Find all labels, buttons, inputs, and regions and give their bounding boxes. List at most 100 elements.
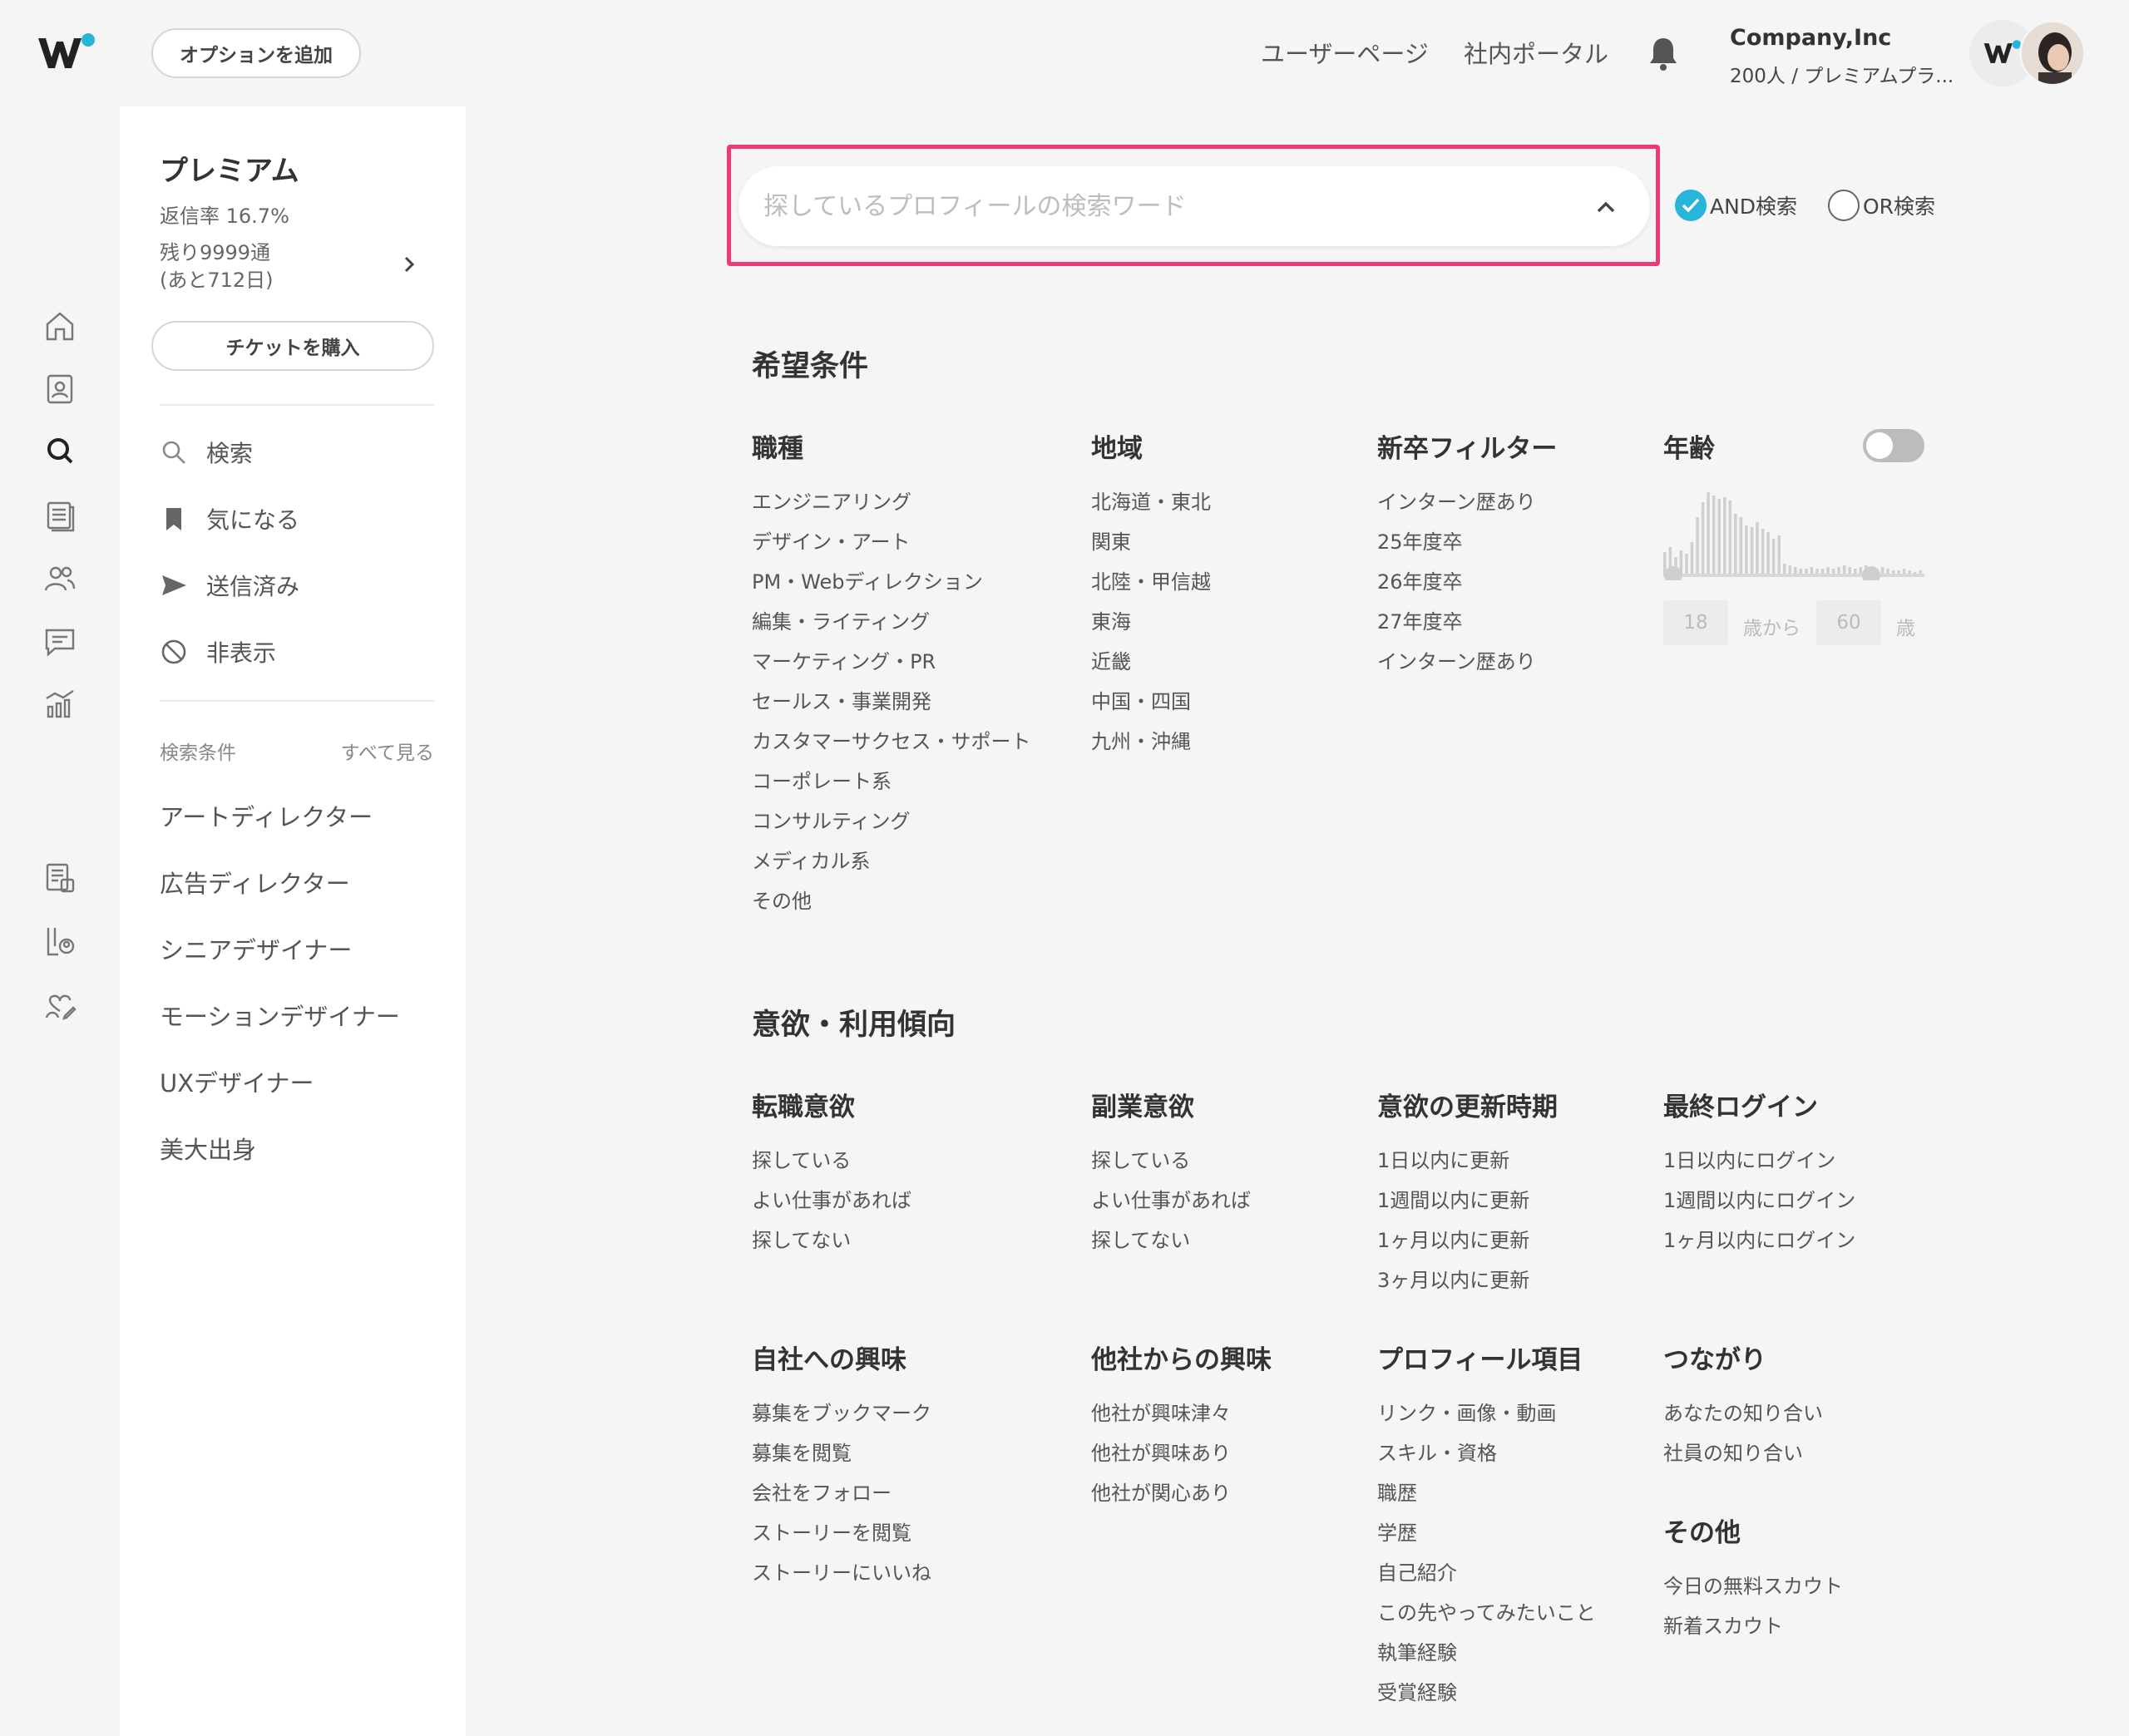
filter-option-region[interactable]: 北陸・甲信越 bbox=[1091, 565, 1211, 594]
user-avatar[interactable] bbox=[2019, 20, 2086, 86]
user-page-link[interactable]: ユーザーページ bbox=[1261, 35, 1429, 70]
filter-option-update-time[interactable]: 1ヶ月以内に更新 bbox=[1377, 1224, 1529, 1253]
analytics-icon[interactable] bbox=[43, 687, 77, 720]
filter-option-newgrad[interactable]: 26年度卒 bbox=[1377, 565, 1463, 594]
radio-unchecked[interactable] bbox=[1828, 190, 1860, 221]
filter-option-other-interest[interactable]: 他社が興味津々 bbox=[1091, 1397, 1231, 1426]
and-search-radio[interactable]: AND検索 bbox=[1675, 190, 1797, 221]
document-list-icon[interactable] bbox=[43, 499, 77, 532]
saved-condition[interactable]: モーションデザイナー bbox=[160, 998, 400, 1033]
filter-option-region[interactable]: 関東 bbox=[1091, 525, 1131, 555]
filter-option-occupation[interactable]: コンサルティング bbox=[752, 805, 911, 834]
filter-option-other[interactable]: 今日の無料スカウト bbox=[1663, 1570, 1843, 1599]
filter-option-last-login[interactable]: 1日以内にログイン bbox=[1663, 1144, 1835, 1173]
filter-option-last-login[interactable]: 1ヶ月以内にログイン bbox=[1663, 1224, 1855, 1253]
saved-condition[interactable]: シニアデザイナー bbox=[160, 931, 352, 966]
saved-condition[interactable]: UXデザイナー bbox=[160, 1064, 314, 1099]
age-max-input[interactable]: 60 bbox=[1816, 600, 1881, 645]
filter-option-own-interest[interactable]: 募集をブックマーク bbox=[752, 1397, 931, 1426]
filter-option-occupation[interactable]: セールス・事業開発 bbox=[752, 685, 931, 714]
filter-option-profile-items[interactable]: スキル・資格 bbox=[1377, 1437, 1497, 1466]
filter-option-profile-items[interactable]: 自己紹介 bbox=[1377, 1556, 1457, 1586]
and-search-label: AND検索 bbox=[1710, 195, 1798, 219]
chevron-up-icon[interactable] bbox=[1595, 196, 1617, 218]
add-option-button[interactable]: オプションを追加 bbox=[151, 28, 361, 78]
heart-edit-icon[interactable] bbox=[43, 988, 77, 1021]
filter-option-profile-items[interactable]: 職歴 bbox=[1377, 1477, 1417, 1506]
filter-option-job-change[interactable]: 探している bbox=[752, 1144, 851, 1173]
filter-option-update-time[interactable]: 1日以内に更新 bbox=[1377, 1144, 1509, 1173]
home-icon[interactable] bbox=[43, 309, 77, 343]
filter-option-job-change[interactable]: 探してない bbox=[752, 1224, 851, 1253]
filter-option-profile-items[interactable]: 受賞経験 bbox=[1377, 1676, 1457, 1705]
filter-option-own-interest[interactable]: 会社をフォロー bbox=[752, 1477, 892, 1506]
search-icon[interactable] bbox=[43, 434, 77, 467]
filter-option-profile-items[interactable]: この先やってみたいこと bbox=[1377, 1596, 1596, 1625]
saved-condition[interactable]: アートディレクター bbox=[160, 798, 373, 833]
filter-option-other-interest[interactable]: 他社が関心あり bbox=[1091, 1477, 1231, 1506]
filter-option-own-interest[interactable]: ストーリーにいいね bbox=[752, 1556, 931, 1586]
company-name[interactable]: Company,Inc bbox=[1730, 25, 1891, 51]
filter-option-region[interactable]: 近畿 bbox=[1091, 645, 1131, 674]
message-icon[interactable] bbox=[43, 625, 77, 658]
age-filter-toggle[interactable] bbox=[1863, 429, 1924, 462]
newspaper-icon[interactable] bbox=[43, 861, 77, 895]
users-icon[interactable] bbox=[43, 562, 77, 595]
age-histogram bbox=[1663, 492, 1924, 580]
filter-option-occupation[interactable]: PM・Webディレクション bbox=[752, 565, 983, 594]
chevron-right-icon[interactable] bbox=[399, 254, 419, 274]
filter-option-connections[interactable]: あなたの知り合い bbox=[1663, 1397, 1823, 1426]
filter-option-update-time[interactable]: 1週間以内に更新 bbox=[1377, 1184, 1529, 1213]
filter-option-own-interest[interactable]: ストーリーを閲覧 bbox=[752, 1517, 911, 1546]
wantedly-logo[interactable] bbox=[35, 30, 98, 76]
nav-bookmark[interactable]: 気になる bbox=[160, 501, 299, 537]
company-plan[interactable]: 200人 / プレミアムプラ... bbox=[1730, 60, 1954, 88]
filter-option-occupation[interactable]: デザイン・アート bbox=[752, 525, 911, 555]
filter-option-occupation[interactable]: カスタマーサクセス・サポート bbox=[752, 725, 1031, 754]
filter-option-other[interactable]: 新着スカウト bbox=[1663, 1610, 1783, 1639]
age-slider-track[interactable] bbox=[1663, 574, 1924, 577]
filter-option-occupation[interactable]: 編集・ライティング bbox=[752, 605, 930, 634]
bell-icon[interactable] bbox=[1647, 35, 1680, 72]
filter-option-last-login[interactable]: 1週間以内にログイン bbox=[1663, 1184, 1855, 1213]
filter-option-region[interactable]: 東海 bbox=[1091, 605, 1131, 634]
filter-option-occupation[interactable]: メディカル系 bbox=[752, 845, 870, 874]
age-min-input[interactable]: 18 bbox=[1663, 600, 1728, 645]
search-input[interactable] bbox=[763, 183, 1545, 229]
filter-option-update-time[interactable]: 3ヶ月以内に更新 bbox=[1377, 1264, 1529, 1293]
profile-card-icon[interactable] bbox=[43, 372, 77, 406]
filter-option-newgrad[interactable]: インターン歴あり bbox=[1377, 486, 1536, 515]
filter-option-own-interest[interactable]: 募集を閲覧 bbox=[752, 1437, 852, 1466]
filter-option-connections[interactable]: 社員の知り合い bbox=[1663, 1437, 1803, 1466]
filter-option-side-job[interactable]: 探してない bbox=[1091, 1224, 1190, 1253]
filter-option-occupation[interactable]: その他 bbox=[752, 885, 812, 914]
filter-option-side-job[interactable]: 探している bbox=[1091, 1144, 1190, 1173]
internal-portal-link[interactable]: 社内ポータル bbox=[1464, 35, 1608, 70]
filter-option-side-job[interactable]: よい仕事があれば bbox=[1091, 1184, 1251, 1213]
radio-checked[interactable] bbox=[1675, 190, 1707, 221]
filter-option-occupation[interactable]: エンジニアリング bbox=[752, 486, 911, 515]
nav-sent[interactable]: 送信済み bbox=[160, 567, 299, 604]
nav-search[interactable]: 検索 bbox=[160, 434, 253, 471]
filter-option-occupation[interactable]: コーポレート系 bbox=[752, 765, 892, 794]
filter-option-newgrad[interactable]: 25年度卒 bbox=[1377, 525, 1463, 555]
or-search-radio[interactable]: OR検索 bbox=[1828, 190, 1935, 221]
filter-option-job-change[interactable]: よい仕事があれば bbox=[752, 1184, 911, 1213]
filter-option-occupation[interactable]: マーケティング・PR bbox=[752, 645, 936, 674]
buy-ticket-button[interactable]: チケットを購入 bbox=[151, 321, 434, 371]
see-all-link[interactable]: すべて見る bbox=[338, 737, 434, 765]
filter-option-newgrad[interactable]: 27年度卒 bbox=[1377, 605, 1463, 634]
filter-option-region[interactable]: 北海道・東北 bbox=[1091, 486, 1211, 515]
candidate-icon[interactable] bbox=[43, 925, 77, 958]
filter-option-region[interactable]: 九州・沖縄 bbox=[1091, 725, 1191, 754]
filter-option-profile-items[interactable]: 学歴 bbox=[1377, 1517, 1417, 1546]
filter-option-other-interest[interactable]: 他社が興味あり bbox=[1091, 1437, 1231, 1466]
nav-hidden[interactable]: 非表示 bbox=[160, 634, 276, 670]
saved-condition[interactable]: 美大出身 bbox=[160, 1131, 256, 1166]
filter-option-newgrad[interactable]: インターン歴あり bbox=[1377, 645, 1536, 674]
saved-condition[interactable]: 広告ディレクター bbox=[160, 865, 350, 900]
filter-option-profile-items[interactable]: リンク・画像・動画 bbox=[1377, 1397, 1557, 1426]
remaining-messages[interactable]: 残り9999通 (あと712日) bbox=[160, 239, 274, 294]
filter-option-profile-items[interactable]: 執筆経験 bbox=[1377, 1636, 1457, 1665]
filter-option-region[interactable]: 中国・四国 bbox=[1091, 685, 1191, 714]
